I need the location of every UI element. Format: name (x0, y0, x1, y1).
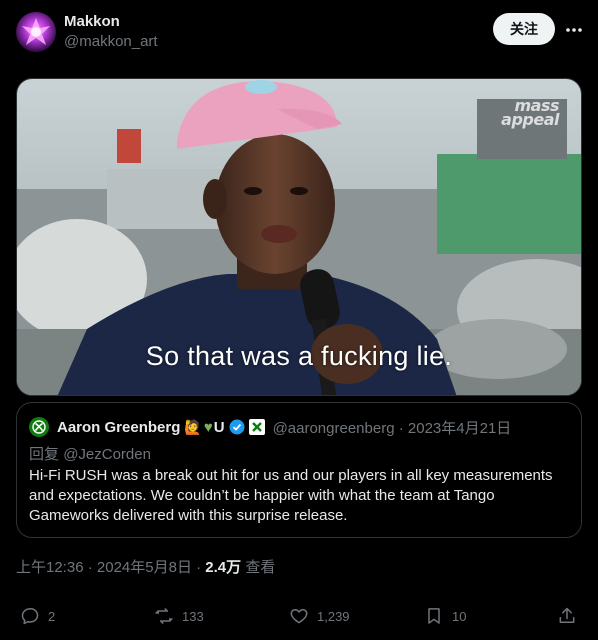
retweet-count: 133 (182, 608, 204, 624)
watermark-line2: appeal (501, 110, 559, 129)
more-options-icon[interactable] (564, 20, 584, 40)
quoted-tweet-text: Hi-Fi RUSH was a break out hit for us an… (29, 467, 553, 524)
reply-icon (21, 607, 39, 625)
quoted-author-handle[interactable]: @aarongreenberg (273, 420, 395, 437)
reply-prefix: 回复 (29, 446, 60, 463)
xbox-icon (32, 420, 46, 434)
timestamp-separator: · (196, 559, 206, 576)
quoted-tweet-meta: @aarongreenberg · 2023年4月21日 (273, 417, 512, 438)
bookmark-button[interactable]: 10 (424, 598, 466, 634)
tweet-time[interactable]: 上午12:36 (16, 559, 84, 576)
quoted-tweet[interactable]: Aaron Greenberg 🙋 ♥ U @aarongreenberg · … (16, 402, 582, 538)
share-icon (559, 607, 575, 623)
tweet-timestamp-row: 上午12:36 · 2024年5月8日 · 2.4万 查看 (16, 556, 275, 577)
follow-button[interactable]: 关注 (493, 13, 555, 45)
view-count-label: 查看 (245, 559, 276, 576)
author-display-name[interactable]: Makkon (64, 12, 158, 32)
retweet-icon (155, 608, 173, 624)
like-button[interactable]: 1,239 (289, 598, 350, 634)
reply-button[interactable]: 2 (20, 598, 55, 634)
tweet-media-video[interactable]: mass appeal So that was a fucking lie. (16, 78, 582, 396)
share-button[interactable] (557, 598, 585, 634)
tweet-action-bar: 2 133 1,239 10 (16, 598, 582, 634)
video-caption: So that was a fucking lie. (145, 341, 453, 371)
like-count: 1,239 (317, 608, 350, 624)
quoted-author-name-suffix: U (213, 418, 225, 436)
heart-icon (290, 609, 308, 624)
reply-to-line: 回复 @JezCorden (29, 443, 151, 464)
bookmark-icon (428, 608, 440, 624)
quoted-author-avatar[interactable] (29, 417, 49, 437)
tweet-header: Makkon @makkon_art 关注 (16, 10, 582, 54)
author-names: Makkon @makkon_art (64, 12, 158, 52)
view-count[interactable]: 2.4万 (205, 559, 241, 576)
quoted-tweet-header: Aaron Greenberg 🙋 ♥ U @aarongreenberg · … (29, 417, 511, 437)
verified-badge-icon[interactable] (229, 419, 245, 435)
retweet-button[interactable]: 133 (154, 598, 204, 634)
green-heart-icon: ♥ (203, 418, 213, 436)
person-gesturing-icon: 🙋 (184, 418, 202, 435)
video-watermark-logo: mass appeal (501, 98, 559, 129)
reply-to-mention[interactable]: @JezCorden (63, 446, 151, 463)
timestamp-separator: · (87, 559, 97, 576)
emblem-icon (22, 18, 50, 45)
bookmark-count: 10 (452, 608, 467, 624)
quoted-author-name[interactable]: Aaron Greenberg (57, 419, 180, 436)
author-avatar[interactable] (16, 12, 56, 52)
author-handle[interactable]: @makkon_art (64, 32, 158, 52)
reply-count: 2 (48, 608, 56, 624)
quoted-tweet-date[interactable]: 2023年4月21日 (408, 420, 511, 437)
meta-separator: · (398, 419, 408, 437)
xbox-affiliate-badge-icon[interactable] (248, 419, 265, 435)
tweet-date[interactable]: 2024年5月8日 (97, 559, 192, 576)
